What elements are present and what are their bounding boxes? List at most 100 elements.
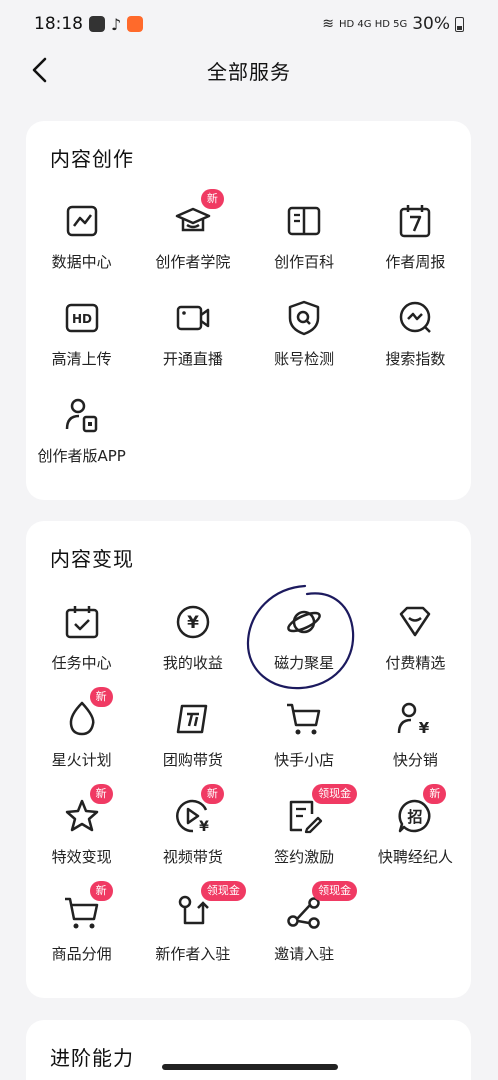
service-label: 任务中心 [51, 654, 112, 672]
service-invite[interactable]: 领现金 邀请入驻 [249, 881, 360, 990]
service-group-buy[interactable]: 团购带货 [137, 699, 248, 796]
service-start-live[interactable]: 开通直播 [137, 298, 248, 395]
service-label: 新作者入驻 [155, 945, 231, 963]
search-trend-icon [395, 298, 435, 338]
service-label: 团购带货 [162, 751, 223, 769]
star-effect-icon: 新 [62, 784, 113, 836]
status-bar: 18:18 ♪ ≋ HD 4G HD 5G 30% [0, 0, 498, 48]
service-label: 特效变现 [51, 848, 112, 866]
service-effect-monetization[interactable]: 新 特效变现 [26, 784, 137, 893]
service-hd-upload[interactable]: HD 高清上传 [26, 298, 137, 395]
page-title: 全部服务 [207, 59, 291, 84]
planet-icon [284, 602, 324, 642]
video-camera-icon [173, 298, 213, 338]
cart-commission-icon: 新 [62, 881, 113, 933]
section-content-creation: 内容创作 数据中心 新 创作者学院 创作百科 作者周报 HD 高清上传 开通直播… [26, 121, 471, 500]
calendar-check-icon [62, 602, 102, 642]
cash-badge: 领现金 [200, 881, 246, 901]
service-creator-app[interactable]: 创作者版APP [26, 395, 137, 492]
service-label: 账号检测 [274, 350, 335, 368]
home-indicator [162, 1064, 338, 1070]
group-buy-icon [173, 699, 213, 739]
svg-text:招: 招 [408, 808, 423, 826]
service-label: 我的收益 [162, 654, 223, 672]
service-label: 邀请入驻 [274, 945, 335, 963]
service-magnetic-star[interactable]: 磁力聚星 [249, 602, 360, 699]
service-recruit-agent[interactable]: 招新 快聘经纪人 [360, 784, 471, 893]
cash-badge: 领现金 [312, 784, 358, 804]
flame-icon: 新 [62, 687, 113, 739]
service-creator-academy[interactable]: 新 创作者学院 [137, 189, 248, 298]
tiktok-icon: ♪ [111, 14, 122, 34]
service-label: 星火计划 [51, 751, 112, 769]
section-title: 进阶能力 [50, 1046, 134, 1070]
section-advanced: 进阶能力 [26, 1020, 471, 1080]
service-new-author[interactable]: 领现金 新作者入驻 [137, 881, 248, 990]
nav-bar: 全部服务 [0, 48, 498, 92]
app-orange-icon [127, 16, 144, 32]
play-yen-icon: ¥ 新 [173, 784, 224, 836]
new-badge: 新 [200, 784, 224, 804]
battery-icon [455, 16, 464, 32]
svg-text:¥: ¥ [187, 613, 199, 633]
service-label: 数据中心 [51, 253, 112, 271]
service-label: 作者周报 [385, 253, 446, 271]
service-label: 快手小店 [274, 751, 335, 769]
service-contract-incentive[interactable]: 领现金 签约激励 [249, 784, 360, 893]
graduation-cap-icon: 新 [173, 189, 224, 241]
app-notification-icon [89, 16, 105, 32]
service-label: 创作者学院 [155, 253, 231, 271]
service-label: 搜索指数 [385, 350, 446, 368]
user-phone-icon [62, 395, 102, 435]
new-badge: 新 [200, 189, 224, 209]
service-label: 视频带货 [162, 848, 223, 866]
service-label: 快聘经纪人 [377, 848, 453, 866]
service-search-index[interactable]: 搜索指数 [360, 298, 471, 395]
service-task-center[interactable]: 任务中心 [26, 602, 137, 699]
service-label: 签约激励 [274, 848, 335, 866]
back-button[interactable] [24, 54, 56, 86]
cart-icon [284, 699, 324, 739]
new-badge: 新 [89, 881, 113, 901]
svg-text:HD: HD [72, 312, 92, 326]
network-indicator: HD 4G HD 5G [339, 18, 408, 30]
status-time: 18:18 [34, 14, 83, 34]
service-kuaishou-shop[interactable]: 快手小店 [249, 699, 360, 796]
service-creation-wiki[interactable]: 创作百科 [249, 201, 360, 298]
service-quick-distribution[interactable]: ¥ 快分销 [360, 699, 471, 796]
section-monetization: 内容变现 任务中心 ¥ 我的收益 磁力聚星 付费精选 新 星火计划 团购带货 快… [26, 521, 471, 998]
service-label: 开通直播 [162, 350, 223, 368]
contract-icon: 领现金 [284, 784, 358, 836]
svg-text:¥: ¥ [419, 719, 430, 737]
service-product-commission[interactable]: 新 商品分佣 [26, 881, 137, 990]
service-data-center[interactable]: 数据中心 [26, 201, 137, 298]
new-badge: 新 [89, 784, 113, 804]
section-title: 内容变现 [50, 547, 134, 571]
chevron-left-icon [32, 57, 47, 83]
yen-coin-icon: ¥ [173, 602, 213, 642]
svg-text:¥: ¥ [199, 819, 209, 835]
user-yen-icon: ¥ [395, 699, 435, 739]
service-my-earnings[interactable]: ¥ 我的收益 [137, 602, 248, 699]
service-label: 创作者版APP [37, 447, 126, 465]
battery-percent: 30% [412, 14, 450, 34]
section-title: 内容创作 [50, 147, 134, 171]
shield-search-icon [284, 298, 324, 338]
service-paid-selection[interactable]: 付费精选 [360, 602, 471, 699]
service-label: 磁力聚星 [274, 654, 335, 672]
service-label: 创作百科 [274, 253, 335, 271]
service-weekly-report[interactable]: 作者周报 [360, 201, 471, 298]
cash-badge: 领现金 [312, 881, 358, 901]
service-account-check[interactable]: 账号检测 [249, 298, 360, 395]
recruit-icon: 招新 [395, 784, 447, 836]
book-icon [284, 201, 324, 241]
chart-icon [62, 201, 102, 241]
new-badge: 新 [89, 687, 113, 707]
service-video-sales[interactable]: ¥ 新 视频带货 [137, 784, 248, 893]
service-spark-plan[interactable]: 新 星火计划 [26, 687, 137, 796]
hd-icon: HD [62, 298, 102, 338]
wifi-icon: ≋ [322, 16, 334, 32]
new-badge: 新 [423, 784, 447, 804]
share-icon: 领现金 [284, 881, 358, 933]
new-author-icon: 领现金 [173, 881, 246, 933]
